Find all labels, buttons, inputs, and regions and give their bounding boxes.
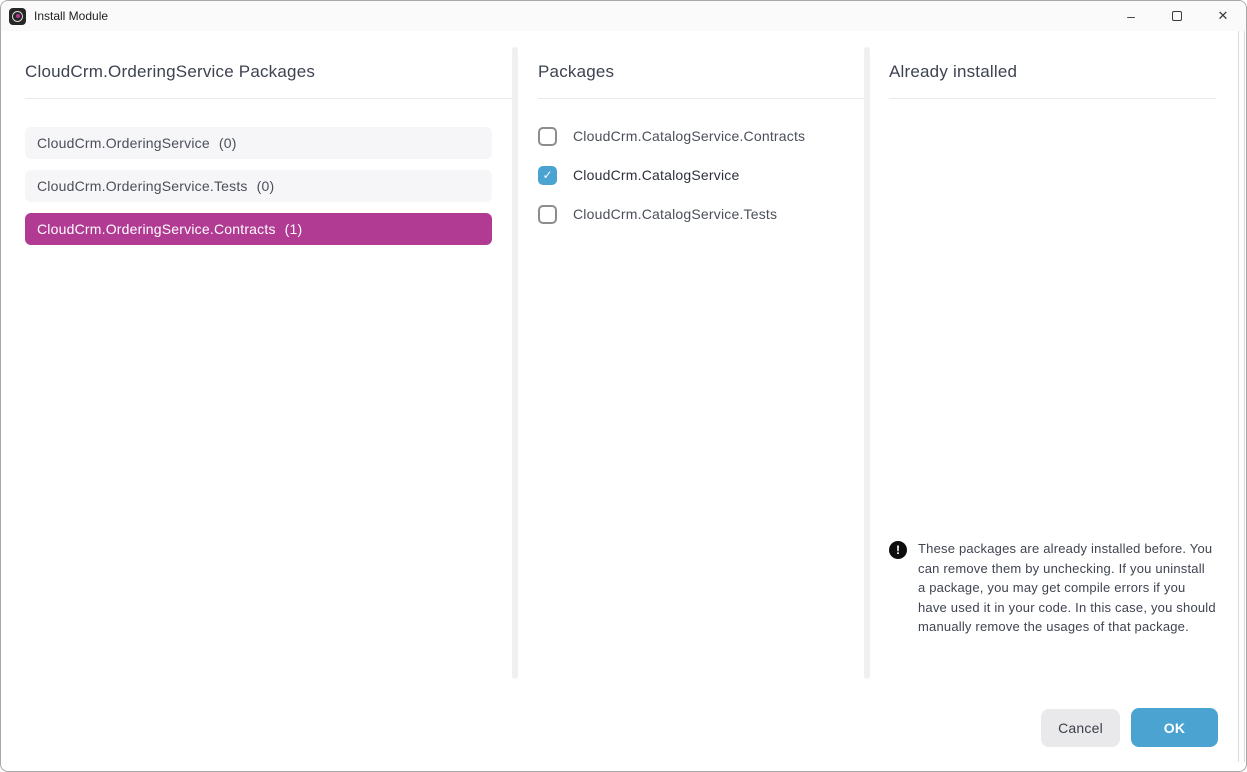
already-installed-divider	[889, 98, 1216, 99]
project-item[interactable]: CloudCrm.OrderingService (0)	[25, 127, 492, 159]
package-checkbox[interactable]: ✓	[538, 127, 557, 146]
package-checkbox[interactable]: ✓	[538, 166, 557, 185]
package-checkbox[interactable]: ✓	[538, 205, 557, 224]
packages-list: ✓ CloudCrm.CatalogService.Contracts ✓ Cl…	[538, 123, 864, 227]
packages-panel-divider	[538, 98, 864, 99]
packages-panel-title: Packages	[538, 59, 864, 85]
window-controls: – ✕	[1108, 1, 1246, 31]
note-text: These packages are already installed bef…	[918, 539, 1216, 637]
app-logo-icon	[9, 8, 26, 25]
projects-panel: CloudCrm.OrderingService Packages CloudC…	[25, 59, 512, 256]
project-item[interactable]: CloudCrm.OrderingService.Tests (0)	[25, 170, 492, 202]
project-item-label: CloudCrm.OrderingService	[37, 135, 210, 151]
cancel-button[interactable]: Cancel	[1041, 709, 1120, 747]
package-row: ✓ CloudCrm.CatalogService.Contracts	[538, 123, 864, 149]
install-module-dialog: Install Module – ✕ CloudCrm.OrderingServ…	[0, 0, 1247, 772]
logo-dot	[16, 14, 20, 18]
projects-panel-title: CloudCrm.OrderingService Packages	[25, 59, 512, 85]
package-label: CloudCrm.CatalogService.Tests	[573, 206, 777, 222]
already-installed-panel: Already installed	[889, 59, 1216, 99]
package-label: CloudCrm.CatalogService	[573, 167, 739, 183]
project-item-label: CloudCrm.OrderingService.Tests	[37, 178, 248, 194]
close-button[interactable]: ✕	[1200, 1, 1246, 31]
panel-divider	[512, 47, 518, 679]
package-label: CloudCrm.CatalogService.Contracts	[573, 128, 805, 144]
projects-panel-divider	[25, 98, 512, 99]
projects-list: CloudCrm.OrderingService (0) CloudCrm.Or…	[25, 127, 512, 245]
packages-panel: Packages ✓ CloudCrm.CatalogService.Contr…	[538, 59, 864, 240]
project-item-selected[interactable]: CloudCrm.OrderingService.Contracts (1)	[25, 213, 492, 245]
already-installed-note: ! These packages are already installed b…	[889, 539, 1216, 637]
package-row: ✓ CloudCrm.CatalogService	[538, 162, 864, 188]
logo-ring	[12, 11, 23, 22]
minimize-icon: –	[1127, 8, 1135, 24]
already-installed-title: Already installed	[889, 59, 1216, 85]
project-item-count: (1)	[285, 221, 303, 237]
ok-button[interactable]: OK	[1131, 708, 1218, 747]
project-item-count: (0)	[257, 178, 275, 194]
window-title: Install Module	[34, 9, 108, 23]
minimize-button[interactable]: –	[1108, 1, 1154, 31]
check-icon: ✓	[542, 169, 552, 181]
titlebar: Install Module – ✕	[1, 1, 1246, 31]
package-row: ✓ CloudCrm.CatalogService.Tests	[538, 201, 864, 227]
close-icon: ✕	[1218, 8, 1229, 24]
project-item-label: CloudCrm.OrderingService.Contracts	[37, 221, 276, 237]
panel-divider	[864, 47, 870, 679]
maximize-button[interactable]	[1154, 1, 1200, 31]
maximize-icon	[1172, 11, 1182, 21]
scrollbar-track[interactable]	[1238, 31, 1245, 762]
alert-icon: !	[889, 541, 907, 559]
project-item-count: (0)	[219, 135, 237, 151]
